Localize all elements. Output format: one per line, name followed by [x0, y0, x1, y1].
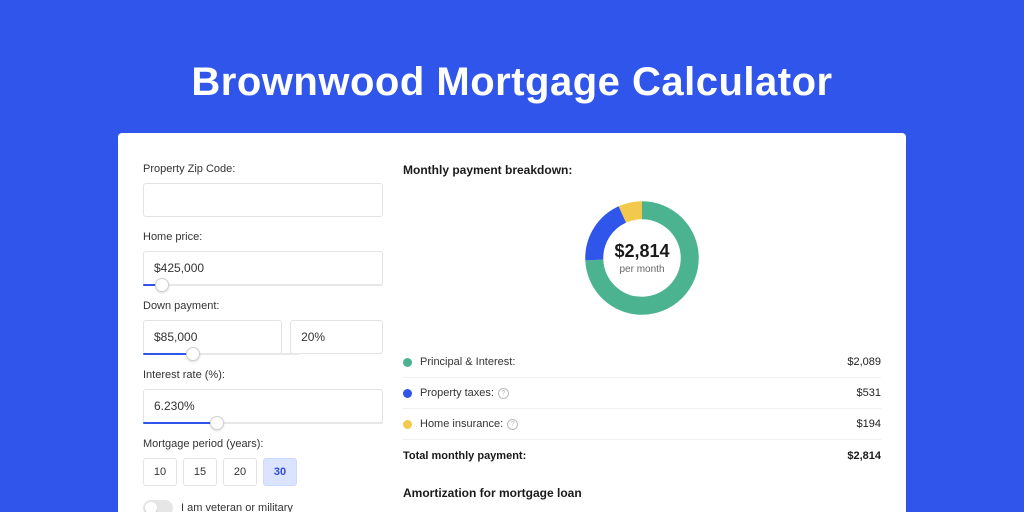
slider-thumb[interactable]	[186, 347, 200, 361]
info-icon[interactable]: ?	[507, 419, 518, 430]
interest-field-group: Interest rate (%):	[143, 369, 383, 424]
legend-label: Property taxes: ?	[420, 387, 857, 399]
slider-thumb[interactable]	[210, 416, 224, 430]
down-payment-label: Down payment:	[143, 300, 383, 312]
donut-chart-wrap: $2,814 per month	[403, 195, 881, 321]
page-title: Brownwood Mortgage Calculator	[0, 0, 1024, 133]
veteran-toggle-label: I am veteran or military	[181, 502, 293, 512]
period-option-10[interactable]: 10	[143, 458, 177, 486]
legend-dot	[403, 420, 412, 429]
slider-thumb[interactable]	[155, 278, 169, 292]
total-value: $2,814	[847, 450, 881, 462]
legend-row-taxes: Property taxes: ? $531	[403, 378, 881, 409]
zip-input[interactable]	[143, 183, 383, 217]
calculator-card: Property Zip Code: Home price: Down paym…	[118, 133, 906, 512]
down-payment-slider[interactable]	[143, 353, 299, 355]
donut-chart: $2,814 per month	[579, 195, 705, 321]
donut-amount: $2,814	[614, 241, 669, 262]
toggle-knob	[145, 502, 157, 512]
zip-label: Property Zip Code:	[143, 163, 383, 175]
interest-label: Interest rate (%):	[143, 369, 383, 381]
period-options: 10 15 20 30	[143, 458, 383, 486]
period-option-30[interactable]: 30	[263, 458, 297, 486]
breakdown-panel: Monthly payment breakdown: $2,814 per mo…	[403, 163, 881, 512]
down-payment-field-group: Down payment:	[143, 300, 383, 355]
legend-value: $2,089	[847, 356, 881, 368]
period-option-20[interactable]: 20	[223, 458, 257, 486]
legend-row-principal: Principal & Interest: $2,089	[403, 347, 881, 378]
down-payment-amount-input[interactable]	[143, 320, 282, 354]
input-panel: Property Zip Code: Home price: Down paym…	[143, 163, 383, 512]
legend-row-insurance: Home insurance: ? $194	[403, 409, 881, 440]
period-option-15[interactable]: 15	[183, 458, 217, 486]
legend-dot	[403, 389, 412, 398]
info-icon[interactable]: ?	[498, 388, 509, 399]
veteran-toggle-row: I am veteran or military	[143, 500, 383, 512]
legend-dot	[403, 358, 412, 367]
home-price-label: Home price:	[143, 231, 383, 243]
veteran-toggle[interactable]	[143, 500, 173, 512]
total-row: Total monthly payment: $2,814	[403, 440, 881, 476]
down-payment-pct-input[interactable]	[290, 320, 383, 354]
breakdown-title: Monthly payment breakdown:	[403, 163, 881, 177]
zip-field-group: Property Zip Code:	[143, 163, 383, 217]
donut-center: $2,814 per month	[579, 195, 705, 321]
period-label: Mortgage period (years):	[143, 438, 383, 450]
home-price-field-group: Home price:	[143, 231, 383, 286]
legend-value: $531	[857, 387, 881, 399]
legend-label: Principal & Interest:	[420, 356, 847, 368]
legend-value: $194	[857, 418, 881, 430]
period-field-group: Mortgage period (years): 10 15 20 30	[143, 438, 383, 486]
legend-label: Home insurance: ?	[420, 418, 857, 430]
interest-input[interactable]	[143, 389, 383, 423]
total-label: Total monthly payment:	[403, 450, 847, 462]
home-price-input[interactable]	[143, 251, 383, 285]
home-price-slider[interactable]	[143, 284, 383, 286]
donut-sub: per month	[619, 264, 664, 275]
interest-slider[interactable]	[143, 422, 383, 424]
amortization-heading: Amortization for mortgage loan	[403, 486, 881, 500]
